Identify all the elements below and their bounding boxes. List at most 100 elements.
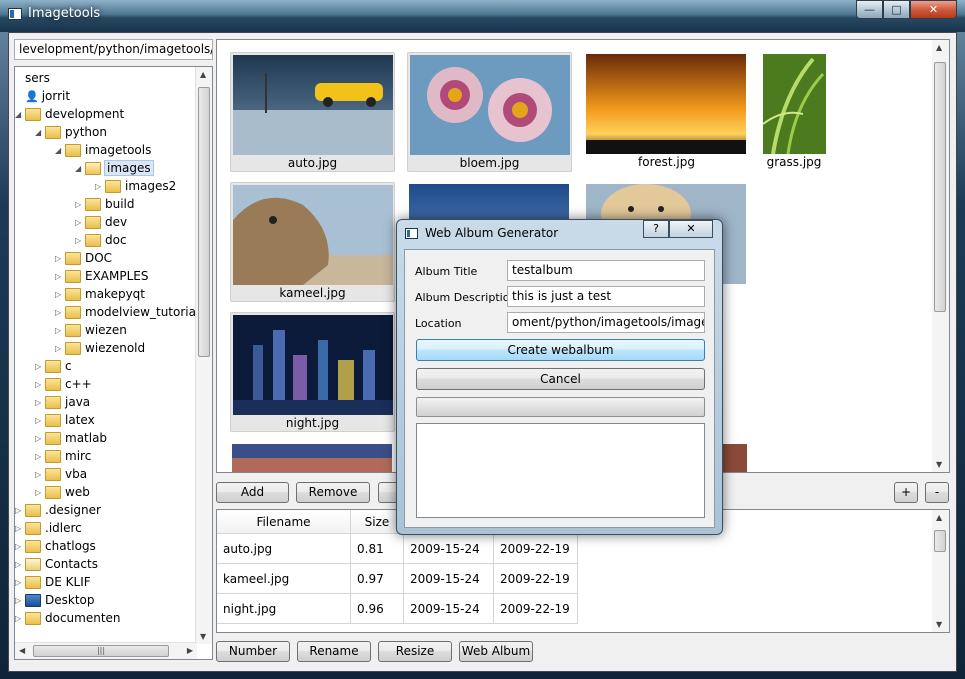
- expanded-arrow-icon[interactable]: ◢: [75, 160, 85, 178]
- maximize-button[interactable]: □: [883, 0, 910, 19]
- thumbnail-item[interactable]: grass.jpg: [761, 52, 827, 172]
- collapsed-arrow-icon[interactable]: ▷: [35, 448, 45, 466]
- modified-cell[interactable]: 2009-22-19: [494, 594, 578, 624]
- tree-item[interactable]: ▷ c: [35, 357, 72, 375]
- scroll-right-icon[interactable]: ▶: [187, 646, 193, 655]
- tree-item[interactable]: ▷ web: [35, 483, 90, 501]
- scroll-up-icon[interactable]: ▲: [200, 70, 206, 79]
- grid-scroll-thumb[interactable]: [934, 62, 946, 312]
- thumbnail-item[interactable]: auto.jpg: [230, 52, 395, 172]
- modified-cell[interactable]: 2009-22-19: [494, 534, 578, 564]
- tree-item[interactable]: ▷ Desktop: [15, 591, 95, 609]
- filename-cell[interactable]: night.jpg: [217, 594, 351, 624]
- collapsed-arrow-icon[interactable]: ▷: [15, 538, 25, 556]
- collapsed-arrow-icon[interactable]: ▷: [55, 250, 65, 268]
- size-cell[interactable]: 0.81: [351, 534, 404, 564]
- collapsed-arrow-icon[interactable]: ▷: [95, 178, 105, 196]
- create-webalbum-button[interactable]: Create webalbum: [416, 339, 705, 361]
- tree-item[interactable]: ▷ mirc: [35, 447, 91, 465]
- table-scroll-thumb[interactable]: [934, 530, 946, 552]
- filename-cell[interactable]: auto.jpg: [217, 534, 351, 564]
- collapsed-arrow-icon[interactable]: ▷: [55, 268, 65, 286]
- created-cell[interactable]: 2009-15-24: [404, 564, 494, 594]
- log-output-area[interactable]: [416, 423, 705, 518]
- collapsed-arrow-icon[interactable]: ▷: [15, 592, 25, 610]
- thumbnail-item[interactable]: bloem.jpg: [407, 52, 572, 172]
- thumbnail-item[interactable]: [230, 442, 395, 472]
- collapsed-arrow-icon[interactable]: ▷: [35, 394, 45, 412]
- tree-item[interactable]: 👤 jorrit: [15, 87, 70, 105]
- number-button[interactable]: Number: [216, 641, 290, 662]
- folder-tree[interactable]: sers 👤 jorrit ◢ development ◢ python ◢ imagetool…: [14, 66, 213, 660]
- location-input[interactable]: oment/python/imagetools/images/images: [507, 312, 705, 333]
- tree-item[interactable]: ▷ c++: [35, 375, 92, 393]
- thumbnail-item[interactable]: forest.jpg: [584, 52, 749, 172]
- tree-item[interactable]: ▷ wiezen: [55, 321, 127, 339]
- collapsed-arrow-icon[interactable]: ▷: [15, 556, 25, 574]
- collapsed-arrow-icon[interactable]: ▷: [15, 574, 25, 592]
- tree-item[interactable]: ▷ modelview_tutorial: [55, 303, 199, 321]
- tree-item[interactable]: ▷ build: [75, 195, 135, 213]
- collapsed-arrow-icon[interactable]: ▷: [75, 196, 85, 214]
- collapsed-arrow-icon[interactable]: ▷: [35, 376, 45, 394]
- tree-item[interactable]: ◢ imagetools: [55, 141, 151, 159]
- tree-item[interactable]: sers: [15, 69, 50, 87]
- window-titlebar[interactable]: Imagetools — □ ✕: [0, 0, 965, 32]
- modified-cell[interactable]: 2009-22-19: [494, 564, 578, 594]
- tree-item[interactable]: ▷ DOC: [55, 249, 112, 267]
- tree-item[interactable]: ▷ documenten: [15, 609, 121, 627]
- collapsed-arrow-icon[interactable]: ▷: [15, 520, 25, 538]
- table-vertical-scrollbar[interactable]: ▲ ▼: [932, 510, 949, 632]
- album-description-input[interactable]: this is just a test: [507, 286, 705, 307]
- expanded-arrow-icon[interactable]: ◢: [55, 142, 65, 160]
- tree-horizontal-scrollbar[interactable]: ◀ ||| ▶: [15, 642, 197, 659]
- tree-item[interactable]: ▷ vba: [35, 465, 87, 483]
- cancel-button[interactable]: Cancel: [416, 368, 705, 390]
- scroll-down-icon[interactable]: ▼: [936, 460, 942, 469]
- collapsed-arrow-icon[interactable]: ▷: [55, 322, 65, 340]
- collapsed-arrow-icon[interactable]: ▷: [35, 358, 45, 376]
- close-button[interactable]: ✕: [910, 0, 957, 19]
- tree-item[interactable]: ▷ .idlerc: [15, 519, 82, 537]
- tree-item[interactable]: ▷ latex: [35, 411, 95, 429]
- resize-button[interactable]: Resize: [378, 641, 452, 662]
- tree-item[interactable]: ▷ images2: [95, 177, 176, 195]
- tree-item[interactable]: ▷ makepyqt: [55, 285, 145, 303]
- thumbnail-item[interactable]: night.jpg: [230, 312, 395, 432]
- scroll-up-icon[interactable]: ▲: [936, 513, 942, 522]
- size-cell[interactable]: 0.96: [351, 594, 404, 624]
- scroll-left-icon[interactable]: ◀: [19, 646, 25, 655]
- tree-item[interactable]: ▷ matlab: [35, 429, 107, 447]
- collapsed-arrow-icon[interactable]: ▷: [35, 466, 45, 484]
- web-album-dialog[interactable]: Web Album Generator ? ✕ Album Title test…: [396, 219, 723, 535]
- tree-scroll-thumb[interactable]: [198, 87, 210, 357]
- scroll-down-icon[interactable]: ▼: [200, 632, 206, 641]
- zoom-out-button[interactable]: -: [925, 482, 949, 503]
- tree-item[interactable]: ▷ DE KLIF: [15, 573, 91, 591]
- collapsed-arrow-icon[interactable]: ▷: [75, 214, 85, 232]
- rename-button[interactable]: Rename: [297, 641, 371, 662]
- tree-item[interactable]: ◢ python: [35, 123, 107, 141]
- path-input[interactable]: levelopment/python/imagetools/images: [14, 39, 213, 60]
- help-button[interactable]: ?: [643, 220, 669, 238]
- collapsed-arrow-icon[interactable]: ▷: [35, 484, 45, 502]
- thumbnail-item[interactable]: kameel.jpg: [230, 182, 395, 302]
- collapsed-arrow-icon[interactable]: ▷: [35, 412, 45, 430]
- size-cell[interactable]: 0.97: [351, 564, 404, 594]
- tree-item[interactable]: ▷ java: [35, 393, 90, 411]
- tree-item[interactable]: ◢ images: [75, 159, 154, 178]
- tree-item[interactable]: ▷ dev: [75, 213, 127, 231]
- web-album-button[interactable]: Web Album: [459, 641, 533, 662]
- remove-button[interactable]: Remove: [296, 482, 370, 503]
- scroll-down-icon[interactable]: ▼: [936, 620, 942, 629]
- tree-item[interactable]: ▷ Contacts: [15, 555, 98, 573]
- created-cell[interactable]: 2009-15-24: [404, 594, 494, 624]
- collapsed-arrow-icon[interactable]: ▷: [15, 610, 25, 628]
- tree-item[interactable]: ▷ EXAMPLES: [55, 267, 149, 285]
- tree-item[interactable]: ◢ development: [15, 105, 124, 123]
- expanded-arrow-icon[interactable]: ◢: [35, 124, 45, 142]
- tree-vertical-scrollbar[interactable]: ▲ ▼: [195, 67, 212, 644]
- filename-cell[interactable]: kameel.jpg: [217, 564, 351, 594]
- collapsed-arrow-icon[interactable]: ▷: [55, 304, 65, 322]
- scroll-up-icon[interactable]: ▲: [936, 43, 942, 52]
